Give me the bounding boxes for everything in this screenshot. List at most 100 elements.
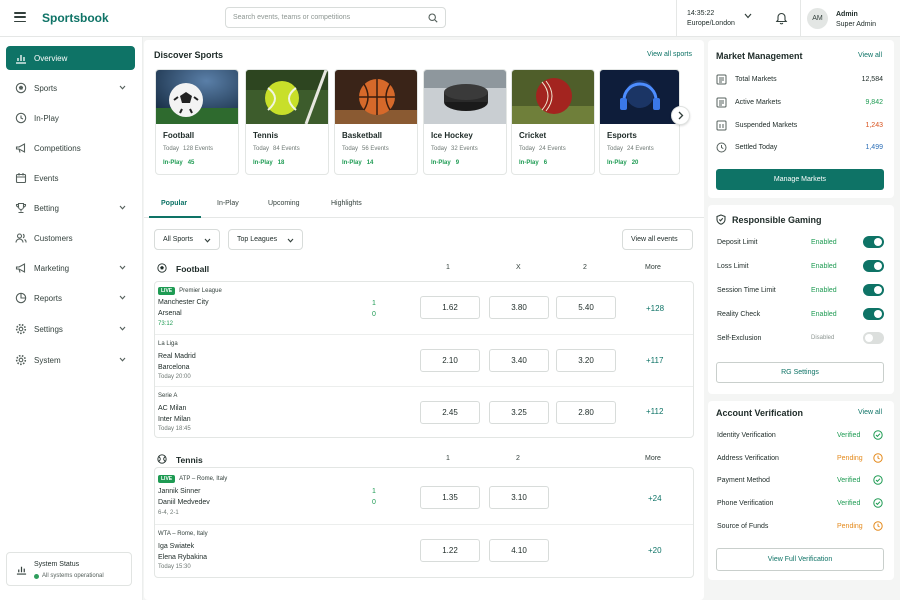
sport-card-football[interactable]: Football Today 128 Events In-Play 45	[155, 69, 239, 175]
megaphone-icon	[15, 263, 26, 273]
status-dot	[34, 574, 39, 579]
view-all-sports-link[interactable]: View all sports	[647, 51, 692, 58]
tennis-events-table: LIVE ATP – Rome, Italy Jannik Sinner Danii…	[154, 467, 694, 578]
sidebar-item-settings[interactable]: Settings	[6, 317, 135, 341]
odds-button[interactable]: 3.40	[489, 349, 549, 372]
table-row[interactable]: La Liga Real Madrid Barcelona Today 20:00…	[155, 335, 693, 387]
today-label: Today	[163, 146, 180, 152]
rg-status: Enabled	[811, 311, 837, 318]
tab-upcoming[interactable]: Upcoming	[268, 200, 300, 207]
more-markets-link[interactable]: +112	[646, 407, 663, 416]
leagues-filter-dropdown[interactable]: Top Leagues	[228, 229, 303, 250]
market-label: Suspended Markets	[735, 122, 798, 129]
rg-row-reality: Reality Check Enabled	[717, 308, 884, 320]
pending-clock-icon	[873, 453, 883, 463]
clock-display[interactable]: 14:35:22 Europe/London	[687, 9, 735, 29]
user-info[interactable]: Admin Super Admin	[836, 10, 876, 30]
sport-card-cricket[interactable]: Cricket Today 24 Events In-Play 6	[511, 69, 595, 175]
system-status-title: System Status	[34, 561, 80, 568]
odds-button[interactable]: 3.20	[556, 349, 616, 372]
sport-card-ice-hockey[interactable]: Ice Hockey Today 32 Events In-Play 9	[423, 69, 507, 175]
loss-limit-toggle[interactable]	[863, 260, 884, 272]
odds-button[interactable]: 2.80	[556, 401, 616, 424]
clock-timezone: Europe/London	[687, 20, 735, 27]
odds-button[interactable]: 1.22	[420, 539, 480, 562]
table-row[interactable]: LIVE Premier League Manchester City Arsena…	[155, 282, 693, 335]
sidebar-item-betting[interactable]: Betting	[6, 196, 135, 220]
brand-logo[interactable]: Sportsbook	[42, 11, 109, 25]
reality-check-toggle[interactable]	[863, 308, 884, 320]
inplay-label: In-Play	[519, 160, 539, 166]
more-markets-link[interactable]: +20	[648, 546, 662, 555]
table-row[interactable]: LIVE ATP – Rome, Italy Jannik Sinner Danii…	[155, 468, 693, 525]
tab-in-play[interactable]: In-Play	[217, 200, 239, 207]
table-row[interactable]: WTA – Rome, Italy Iga Swiatek Elena Rybak…	[155, 525, 693, 578]
tab-highlights[interactable]: Highlights	[331, 200, 362, 207]
sport-card-esports[interactable]: Esports Today 24 Events In-Play 20	[599, 69, 680, 175]
odds-button[interactable]: 2.45	[420, 401, 480, 424]
chevron-down-icon	[119, 357, 126, 362]
view-full-verification-button[interactable]: View Full Verification	[716, 548, 884, 571]
deposit-limit-toggle[interactable]	[863, 236, 884, 248]
calendar-icon	[15, 173, 27, 184]
sport-today: Today 24 Events	[607, 146, 654, 152]
session-time-toggle[interactable]	[863, 284, 884, 296]
search-icon[interactable]	[428, 13, 438, 23]
sport-card-tennis[interactable]: Tennis Today 84 Events In-Play 18	[245, 69, 329, 175]
sidebar-item-customers[interactable]: Customers	[6, 226, 135, 250]
odds-button[interactable]: 3.10	[489, 486, 549, 509]
sport-name: Tennis	[253, 131, 279, 140]
avatar[interactable]: AM	[807, 8, 828, 29]
odds-button[interactable]: 2.10	[420, 349, 480, 372]
sidebar-item-competitions[interactable]: Competitions	[6, 136, 135, 160]
odds-button[interactable]: 1.35	[420, 486, 480, 509]
odds-button[interactable]: 1.62	[420, 296, 480, 319]
more-markets-link[interactable]: +128	[646, 304, 664, 313]
rg-settings-button[interactable]: RG Settings	[716, 362, 884, 383]
more-markets-link[interactable]: +24	[648, 494, 662, 503]
sport-inplay: In-Play 6	[519, 160, 547, 166]
inplay-count: 6	[543, 160, 548, 166]
sidebar-item-events[interactable]: Events	[6, 166, 135, 190]
system-status-card[interactable]: System Status All systems operational	[6, 552, 132, 586]
market-label: Active Markets	[735, 99, 781, 106]
bell-icon[interactable]	[775, 11, 788, 25]
odds-button[interactable]: 4.10	[489, 539, 549, 562]
team-names: Jannik Sinner Daniil Medvedev	[158, 486, 210, 508]
menu-icon[interactable]	[14, 12, 26, 22]
table-row[interactable]: Serie A AC Milan Inter Milan Today 18:45 …	[155, 387, 693, 438]
sidebar-item-reports[interactable]: Reports	[6, 286, 135, 310]
chevron-down-icon[interactable]	[744, 13, 752, 19]
sidebar-item-in-play[interactable]: In-Play	[6, 106, 135, 130]
odds-button[interactable]: 5.40	[556, 296, 616, 319]
verification-row: Source of Funds Pending	[717, 521, 884, 531]
tab-popular[interactable]: Popular	[161, 200, 187, 207]
odds-button[interactable]: 3.25	[489, 401, 549, 424]
rg-row-session: Session Time Limit Enabled	[717, 284, 884, 296]
market-view-all-link[interactable]: View all	[858, 52, 882, 59]
event-count: 24 Events	[627, 146, 654, 152]
carousel-next-button[interactable]	[671, 106, 690, 125]
suspend-icon	[716, 120, 727, 131]
sport-card-basketball[interactable]: Basketball Today 56 Events In-Play 14	[334, 69, 418, 175]
manage-markets-button[interactable]: Manage Markets	[716, 169, 884, 190]
system-status-text: All systems operational	[42, 573, 104, 579]
home-score: 1	[372, 300, 376, 307]
search-input[interactable]: Search events, teams or competitions	[225, 7, 446, 28]
match-score: 6-4, 2-1	[158, 510, 179, 516]
sidebar-item-marketing[interactable]: Marketing	[6, 256, 135, 280]
sidebar-item-system[interactable]: System	[6, 348, 135, 372]
rg-label: Loss Limit	[717, 263, 749, 270]
sidebar-item-overview[interactable]: Overview	[6, 46, 135, 70]
odds-button[interactable]: 3.80	[489, 296, 549, 319]
self-exclusion-toggle[interactable]	[863, 332, 884, 344]
users-icon	[15, 233, 27, 243]
more-markets-link[interactable]: +117	[646, 356, 663, 365]
sidebar-item-sports[interactable]: Sports	[6, 76, 135, 100]
rg-label: Self-Exclusion	[717, 335, 762, 342]
ice-hockey-image	[424, 70, 506, 124]
verification-view-all-link[interactable]: View all	[858, 409, 882, 416]
view-all-events-button[interactable]: View all events	[622, 229, 693, 250]
sidebar-item-label: Customers	[34, 234, 73, 243]
sports-filter-dropdown[interactable]: All Sports	[154, 229, 220, 250]
